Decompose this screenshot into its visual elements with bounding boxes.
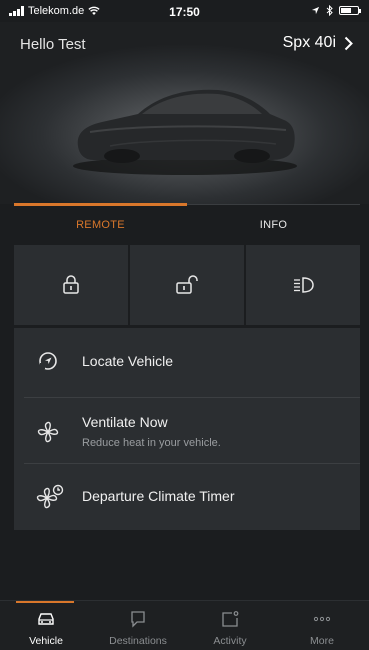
ventilate-now-subtitle: Reduce heat in your vehicle. bbox=[82, 437, 221, 449]
tab-remote[interactable]: REMOTE bbox=[14, 205, 187, 245]
vehicle-selector[interactable]: Spx 40i bbox=[283, 34, 353, 52]
ventilate-now-item[interactable]: Ventilate Now Reduce heat in your vehicl… bbox=[14, 398, 360, 464]
covered-car-image bbox=[73, 89, 297, 175]
locate-vehicle-item[interactable]: Locate Vehicle bbox=[14, 328, 360, 394]
ventilate-now-label: Ventilate Now bbox=[82, 414, 168, 430]
quick-actions bbox=[14, 245, 360, 325]
lock-button[interactable] bbox=[14, 245, 128, 325]
status-bar: Telekom.de 17:50 bbox=[0, 0, 369, 22]
headlight-flash-icon bbox=[294, 277, 314, 293]
remote-actions-list: Locate Vehicle Ventilate Now Reduce heat… bbox=[14, 328, 360, 530]
climate-timer-icon bbox=[36, 484, 64, 509]
greeting: Hello Test bbox=[20, 36, 86, 53]
unlock-button[interactable] bbox=[130, 245, 244, 325]
lock-icon bbox=[63, 275, 79, 294]
battery-icon bbox=[339, 6, 361, 15]
bluetooth-icon bbox=[326, 5, 333, 16]
unlock-icon bbox=[176, 275, 198, 294]
nav-vehicle-label: Vehicle bbox=[29, 635, 63, 647]
tab-info[interactable]: INFO bbox=[187, 205, 360, 245]
status-right bbox=[311, 5, 361, 16]
car-icon bbox=[38, 613, 54, 625]
departure-climate-timer-item[interactable]: Departure Climate Timer bbox=[14, 464, 360, 530]
departure-climate-timer-label: Departure Climate Timer bbox=[82, 488, 235, 504]
vehicle-hero: Hello Test Spx 40i bbox=[0, 22, 369, 204]
nav-destinations-label: Destinations bbox=[109, 635, 167, 647]
bottom-navigation: Vehicle Destinations Activity More bbox=[0, 600, 369, 650]
nav-activity[interactable]: Activity bbox=[184, 601, 276, 650]
activity-icon bbox=[222, 611, 239, 627]
tab-bar: REMOTE INFO bbox=[14, 203, 360, 245]
locate-vehicle-label: Locate Vehicle bbox=[82, 353, 174, 369]
location-arrow-icon bbox=[311, 6, 320, 15]
more-icon bbox=[313, 616, 331, 622]
destinations-icon bbox=[131, 611, 145, 628]
locate-icon bbox=[39, 352, 57, 370]
nav-activity-label: Activity bbox=[213, 635, 247, 647]
nav-destinations[interactable]: Destinations bbox=[92, 601, 184, 650]
nav-more-label: More bbox=[310, 635, 334, 647]
headlight-flash-button[interactable] bbox=[246, 245, 360, 325]
fan-icon bbox=[37, 421, 59, 443]
nav-vehicle[interactable]: Vehicle bbox=[0, 601, 92, 650]
chevron-right-icon bbox=[344, 36, 353, 50]
nav-more[interactable]: More bbox=[276, 601, 368, 650]
vehicle-name: Spx 40i bbox=[282, 34, 336, 51]
